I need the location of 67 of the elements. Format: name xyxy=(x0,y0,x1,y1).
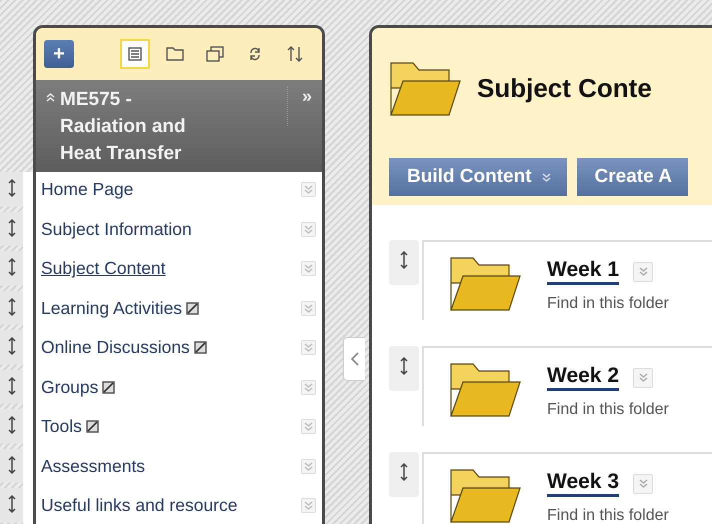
hidden-icon xyxy=(186,302,200,315)
double-chevron-icon xyxy=(638,373,648,382)
menu-item[interactable]: Subject Content xyxy=(23,251,325,290)
folder-description: Find in this folder xyxy=(547,401,669,419)
double-chevron-icon xyxy=(304,343,313,352)
folder-icon xyxy=(166,47,184,61)
drag-handle-icon[interactable] xyxy=(8,376,16,396)
drag-handle-icon[interactable] xyxy=(8,494,16,514)
drag-handle-icon[interactable] xyxy=(8,257,16,277)
menu-item[interactable]: Useful links and resource xyxy=(23,488,325,524)
windows-icon xyxy=(206,46,224,62)
sort-icon xyxy=(286,46,304,62)
folder-description: Find in this folder xyxy=(547,295,669,313)
drag-handle-icon[interactable] xyxy=(400,356,408,376)
double-chevron-icon xyxy=(304,462,313,471)
menu-item[interactable]: Subject Information xyxy=(23,212,325,251)
double-chevron-icon xyxy=(304,304,313,313)
drag-handle-icon[interactable] xyxy=(8,415,16,435)
chevron-left-icon xyxy=(350,352,358,366)
double-chevron-icon xyxy=(304,382,313,392)
menu-item[interactable]: Home Page xyxy=(23,172,325,212)
menu-item[interactable]: Tools xyxy=(23,409,325,448)
action-button[interactable]: Build Content xyxy=(389,158,567,196)
collapse-up-icon[interactable] xyxy=(46,93,55,102)
refresh-icon xyxy=(248,47,262,61)
menu-label[interactable]: Tools xyxy=(41,416,82,438)
view-button[interactable] xyxy=(120,39,150,69)
double-chevron-icon xyxy=(304,185,313,194)
drag-handle-icon[interactable] xyxy=(400,250,408,270)
course-title: ME575 - Radiation and Heat Transfer xyxy=(60,88,187,166)
drag-handle-icon[interactable] xyxy=(8,178,16,198)
menu-label[interactable]: Learning Activities xyxy=(41,298,182,319)
double-chevron-icon xyxy=(638,479,648,488)
action-button[interactable]: Create A xyxy=(576,158,688,196)
drag-handle-icon[interactable] xyxy=(8,336,16,356)
menu-item[interactable]: Assessments xyxy=(23,448,325,488)
drag-handle-icon[interactable] xyxy=(400,462,408,482)
menu-label[interactable]: Online Discussions xyxy=(41,337,190,358)
menu-label[interactable]: Subject Information xyxy=(41,218,192,240)
menu-item[interactable]: Online Discussions xyxy=(23,330,325,370)
hidden-icon xyxy=(102,380,116,394)
hidden-icon xyxy=(86,420,99,434)
drag-handle-icon[interactable] xyxy=(8,296,16,316)
double-chevron-icon xyxy=(304,501,313,510)
menu-label[interactable]: Home Page xyxy=(41,179,134,200)
menu-label[interactable]: Subject Content xyxy=(41,258,166,280)
folder-link[interactable]: Week 2 xyxy=(547,364,619,391)
menu-label[interactable]: Groups xyxy=(41,376,98,398)
double-chevron-icon xyxy=(304,264,313,274)
folder-description: Find in this folder xyxy=(547,507,669,524)
menu-label[interactable]: Assessments xyxy=(41,456,146,477)
double-chevron-icon xyxy=(304,224,313,234)
drag-handle-icon[interactable] xyxy=(8,454,16,474)
drag-handle-icon[interactable] xyxy=(8,218,16,238)
add-button[interactable]: + xyxy=(44,40,74,68)
page-title: Subject Conte xyxy=(477,72,652,104)
double-chevron-icon xyxy=(304,422,313,432)
menu-label[interactable]: Useful links and resource xyxy=(41,495,238,516)
list-icon xyxy=(128,47,142,61)
folder-link[interactable]: Week 1 xyxy=(547,258,619,285)
folder-link[interactable]: Week 3 xyxy=(547,470,619,497)
hidden-icon xyxy=(194,341,207,354)
collapse-tab[interactable] xyxy=(343,337,365,381)
menu-item[interactable]: Groups xyxy=(23,370,325,409)
collapse-button[interactable]: » xyxy=(286,86,312,126)
double-chevron-icon xyxy=(638,267,648,276)
menu-item[interactable]: Learning Activities xyxy=(23,290,325,330)
